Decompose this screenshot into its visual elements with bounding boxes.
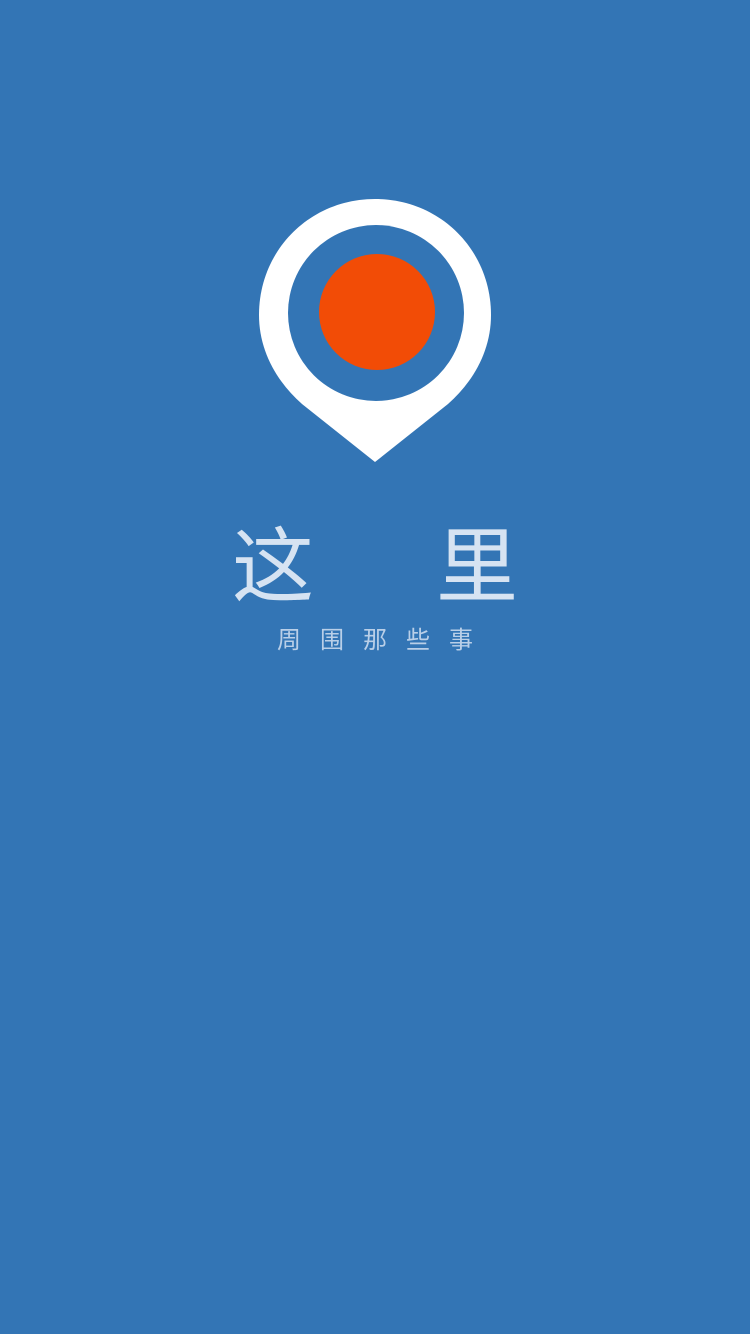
map-pin-icon xyxy=(258,199,492,463)
app-name: 这 里 xyxy=(231,520,567,615)
splash-screen: 这 里 周围那些事 xyxy=(0,0,750,1334)
app-tagline: 周围那些事 xyxy=(277,626,492,654)
